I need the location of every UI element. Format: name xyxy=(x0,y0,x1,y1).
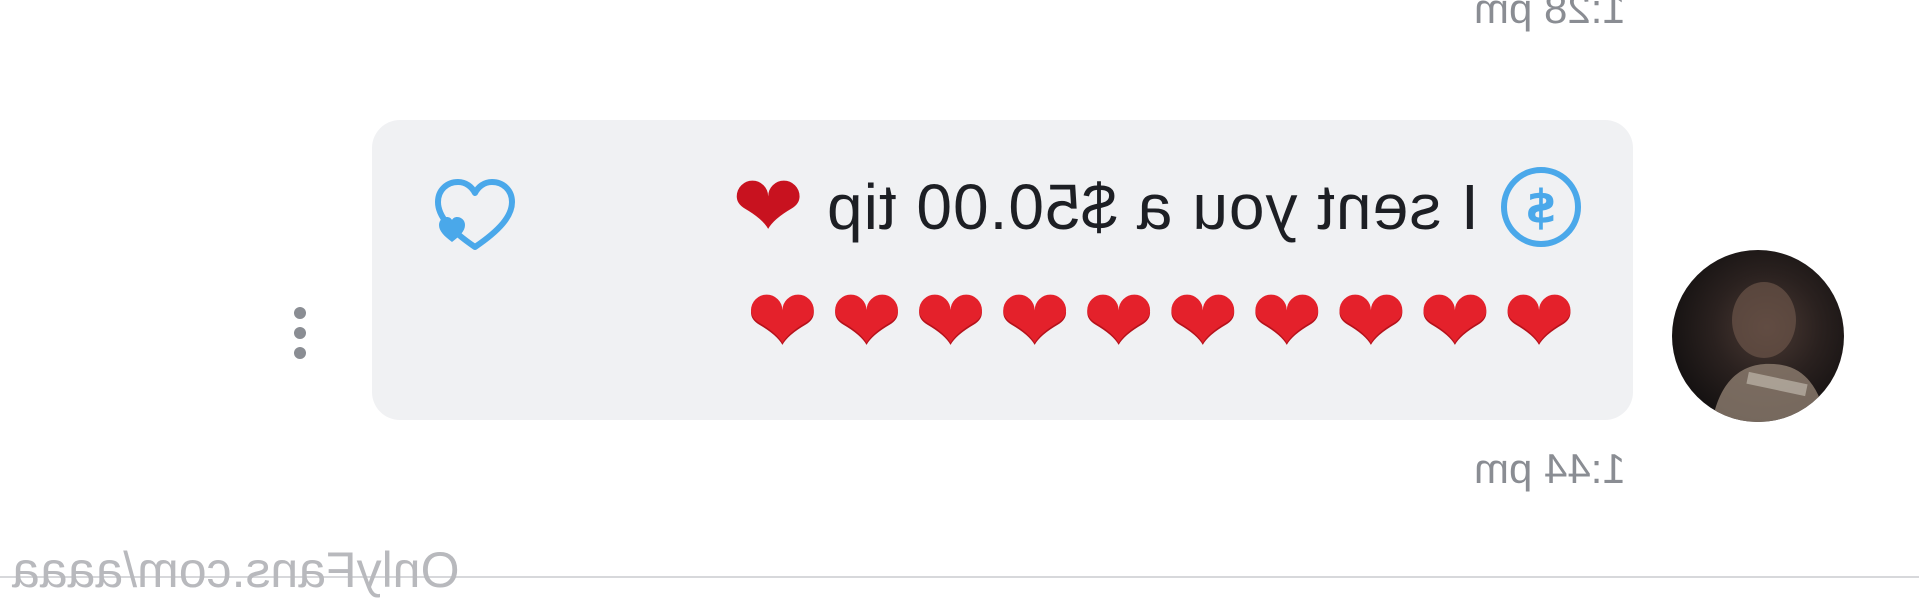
more-vertical-icon-dot xyxy=(294,347,306,359)
watermark: OnlyFans.com/aaaa xyxy=(12,542,460,598)
tip-line: ❤ I sent you a $50.00 tip $ xyxy=(732,162,1581,252)
dollar-glyph: $ xyxy=(1524,180,1557,234)
heart-outline-icon[interactable] xyxy=(430,172,520,262)
heart-emoji: ❤ xyxy=(746,273,819,369)
timestamp-text: 1:28 pm xyxy=(1474,0,1626,32)
heart-emoji: ❤ xyxy=(914,273,987,369)
avatar-photo xyxy=(1712,282,1827,422)
timestamp-text: 1:44 pm xyxy=(1474,445,1626,492)
heart-emoji: ❤ xyxy=(998,273,1071,369)
more-options-button[interactable] xyxy=(290,307,310,367)
hearts-row: ❤ ❤ ❤ ❤ ❤ ❤ ❤ ❤ ❤ ❤ xyxy=(746,278,1575,364)
message-timestamp: 1:44 pm xyxy=(1474,445,1626,492)
watermark-text: OnlyFans.com/aaaa xyxy=(12,542,460,598)
heart-emoji: ❤ xyxy=(1250,273,1323,369)
heart-emoji: ❤ xyxy=(1082,273,1155,369)
heart-emoji: ❤ xyxy=(1334,273,1407,369)
tip-message-text: I sent you a $50.00 tip xyxy=(826,171,1479,243)
avatar[interactable] xyxy=(1672,250,1844,422)
heart-emoji: ❤ xyxy=(1502,273,1575,369)
heart-emoji: ❤ xyxy=(1166,273,1239,369)
heart-emoji: ❤ xyxy=(830,273,903,369)
message-timestamp: 1:28 pm xyxy=(1474,0,1626,32)
heart-emoji: ❤ xyxy=(732,159,805,255)
more-vertical-icon-dot xyxy=(294,327,306,339)
more-vertical-icon-dot xyxy=(294,307,306,319)
chat-view: 1:28 pm ❤ I sent you a $50.00 tip $ ❤ ❤ … xyxy=(0,0,1919,614)
dollar-circle-icon: $ xyxy=(1501,167,1581,247)
heart-emoji: ❤ xyxy=(1418,273,1491,369)
message-bubble[interactable]: ❤ I sent you a $50.00 tip $ ❤ ❤ ❤ ❤ ❤ ❤ … xyxy=(372,120,1633,420)
